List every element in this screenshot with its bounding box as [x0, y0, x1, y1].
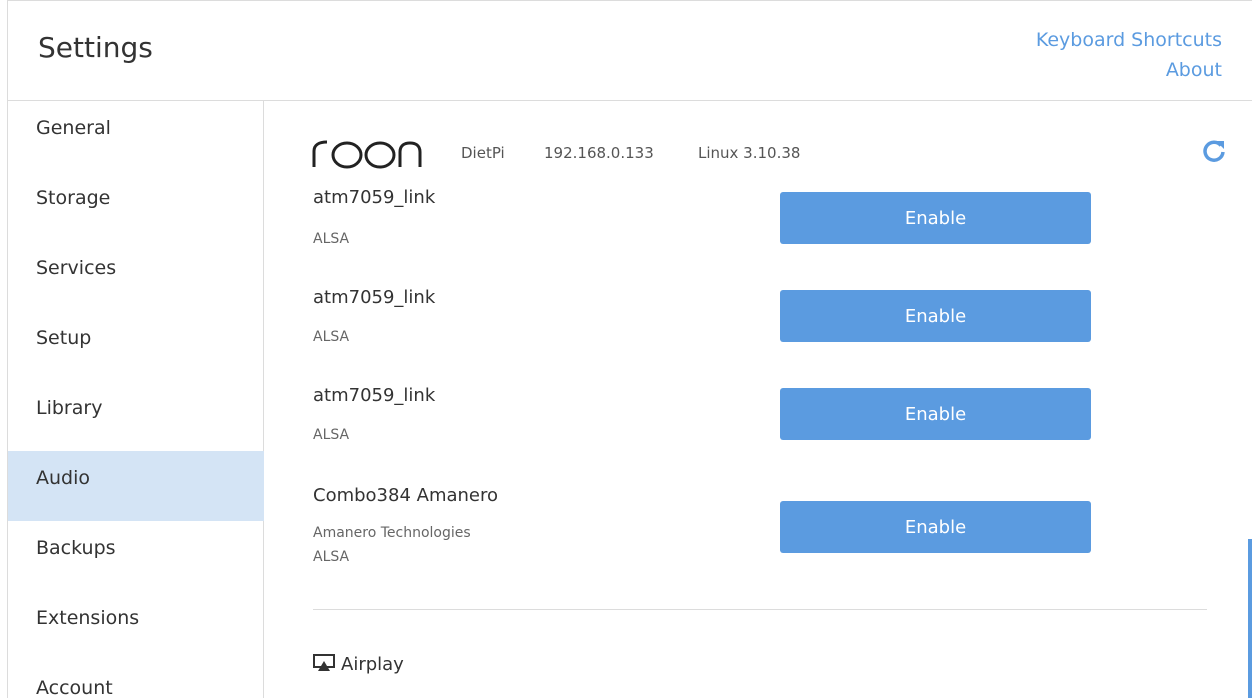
- header-links: Keyboard Shortcuts About: [1036, 25, 1222, 85]
- sidebar-item-extensions[interactable]: Extensions: [8, 591, 264, 661]
- enable-button[interactable]: Enable: [780, 192, 1091, 244]
- sidebar-item-services[interactable]: Services: [8, 241, 264, 311]
- sidebar-item-label: Backups: [36, 537, 116, 559]
- sidebar-item-storage[interactable]: Storage: [8, 171, 264, 241]
- about-link[interactable]: About: [1036, 55, 1222, 85]
- keyboard-shortcuts-link[interactable]: Keyboard Shortcuts: [1036, 25, 1222, 55]
- enable-button[interactable]: Enable: [780, 501, 1091, 553]
- sidebar-item-general[interactable]: General: [8, 101, 264, 171]
- device-driver: ALSA: [313, 231, 350, 247]
- sidebar-item-label: Storage: [36, 187, 111, 209]
- sidebar-item-label: Account: [36, 677, 113, 698]
- sidebar-item-label: Setup: [36, 327, 92, 349]
- airplay-label: Airplay: [341, 654, 404, 675]
- device-name: atm7059_link: [313, 287, 436, 308]
- audio-content: DietPi 192.168.0.133 Linux 3.10.38 atm70…: [265, 101, 1252, 698]
- header: Settings Keyboard Shortcuts About: [8, 1, 1252, 101]
- device-driver: ALSA: [313, 427, 350, 443]
- section-divider: [313, 609, 1207, 610]
- sidebar-item-audio[interactable]: Audio: [8, 451, 264, 521]
- airplay-section-header: Airplay: [313, 654, 404, 675]
- sidebar-item-account[interactable]: Account: [8, 661, 264, 698]
- sidebar: General Storage Services Setup Library A…: [8, 101, 264, 698]
- roon-logo: [312, 140, 422, 169]
- core-ip: 192.168.0.133: [544, 144, 654, 162]
- device-driver: ALSA: [313, 329, 350, 345]
- scrollbar[interactable]: [1248, 539, 1252, 698]
- sidebar-item-label: Services: [36, 257, 117, 279]
- sidebar-item-label: Audio: [36, 467, 91, 489]
- device-name: Combo384 Amanero: [313, 485, 499, 506]
- device-name: atm7059_link: [313, 385, 436, 406]
- core-name: DietPi: [461, 144, 505, 162]
- sidebar-item-setup[interactable]: Setup: [8, 311, 264, 381]
- sidebar-item-label: General: [36, 117, 111, 139]
- device-manufacturer: Amanero Technologies: [313, 525, 471, 541]
- refresh-icon[interactable]: [1202, 139, 1226, 163]
- device-driver: ALSA: [313, 549, 350, 565]
- sidebar-item-library[interactable]: Library: [8, 381, 264, 451]
- sidebar-item-label: Extensions: [36, 607, 140, 629]
- sidebar-item-backups[interactable]: Backups: [8, 521, 264, 591]
- enable-button[interactable]: Enable: [780, 290, 1091, 342]
- page-title: Settings: [38, 31, 153, 64]
- sidebar-item-label: Library: [36, 397, 103, 419]
- enable-button[interactable]: Enable: [780, 388, 1091, 440]
- device-name: atm7059_link: [313, 187, 436, 208]
- airplay-icon: [313, 654, 335, 671]
- settings-window: Settings Keyboard Shortcuts About Genera…: [7, 0, 1252, 698]
- core-os: Linux 3.10.38: [698, 144, 801, 162]
